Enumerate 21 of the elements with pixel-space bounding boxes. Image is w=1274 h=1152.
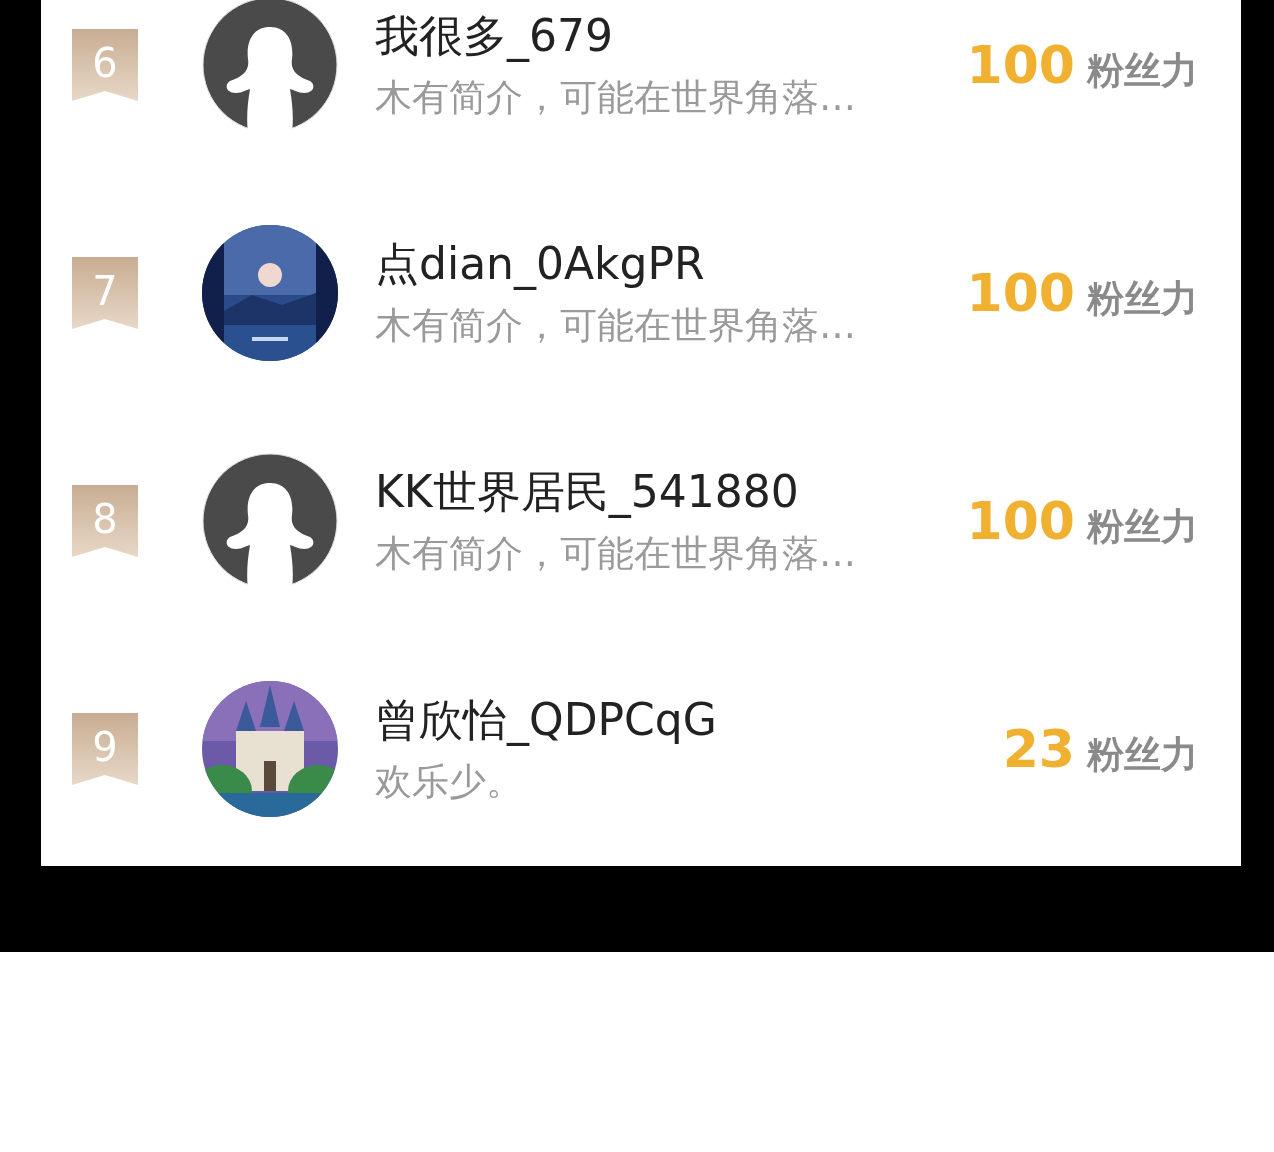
rank-badge: 8 [72, 485, 138, 557]
score-unit: 粉丝力 [1087, 48, 1198, 94]
user-bio: 木有简介，可能在世界角落… [375, 76, 857, 120]
score-unit: 粉丝力 [1087, 732, 1198, 778]
fan-score: 100 [966, 490, 1075, 553]
rank-badge: 6 [72, 29, 138, 101]
fan-score: 23 [1002, 718, 1075, 781]
user-name: 曾欣怡_QDPCqG [375, 694, 718, 746]
user-name: 我很多_679 [375, 10, 614, 62]
user-bio: 欢乐少。 [375, 760, 524, 804]
user-bio: 木有简介，可能在世界角落… [375, 304, 857, 348]
user-name: 点dian_0AkgPR [375, 238, 706, 290]
user-bio: 木有简介，可能在世界角落… [375, 532, 857, 576]
fan-score: 100 [966, 34, 1075, 97]
score-unit: 粉丝力 [1087, 504, 1198, 550]
fan-score: 100 [966, 262, 1075, 325]
rank-badge: 7 [72, 257, 138, 329]
user-name: KK世界居民_541880 [375, 466, 800, 518]
score-unit: 粉丝力 [1087, 276, 1198, 322]
avatar-icon [202, 453, 338, 589]
rank-badge: 9 [72, 713, 138, 785]
